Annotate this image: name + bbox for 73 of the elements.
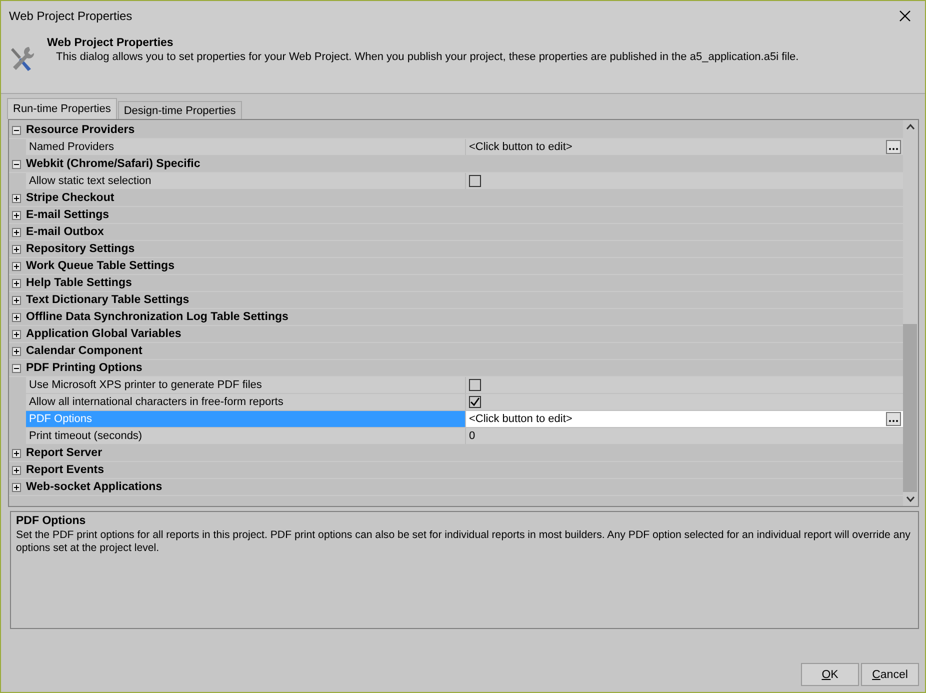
expand-toggle[interactable] — [12, 278, 21, 288]
plus-icon — [13, 330, 20, 338]
cancel-button[interactable]: Cancel — [861, 663, 919, 686]
category-name: E-mail Outbox — [26, 226, 104, 238]
ellipsis-icon — [889, 419, 898, 423]
collapse-toggle[interactable] — [12, 126, 21, 134]
plus-icon — [13, 314, 20, 320]
plus-icon — [13, 484, 20, 490]
plus-icon — [13, 228, 20, 236]
expand-toggle[interactable] — [12, 346, 21, 356]
scrollbar[interactable] — [903, 120, 918, 506]
property-value: 0 — [469, 430, 476, 442]
category-name: Calendar Component — [26, 345, 142, 357]
category-name: Web-socket Applications — [26, 481, 162, 493]
property-row[interactable]: PDF Options <Click button to edit> — [26, 411, 903, 428]
expand-toggle[interactable] — [12, 312, 21, 322]
plus-icon — [13, 450, 20, 456]
collapse-toggle[interactable] — [12, 160, 21, 168]
plus-icon — [13, 296, 20, 304]
tab[interactable]: Run-time Properties — [7, 98, 117, 119]
checkbox[interactable] — [469, 396, 481, 408]
plus-icon — [13, 280, 20, 286]
collapse-toggle[interactable] — [12, 364, 21, 372]
expand-toggle[interactable] — [12, 296, 21, 304]
close-icon — [899, 10, 911, 22]
ok-button[interactable]: OK — [801, 663, 859, 686]
category-name: Repository Settings — [26, 243, 135, 255]
category-name: Report Server — [26, 447, 102, 459]
property-row[interactable]: Use Microsoft XPS printer to generate PDF files — [26, 377, 903, 394]
category-name: Application Global Variables — [26, 328, 182, 340]
expand-toggle[interactable] — [12, 466, 21, 474]
checkbox[interactable] — [469, 379, 481, 391]
category-name: PDF Printing Options — [26, 362, 142, 374]
plus-icon — [13, 466, 20, 474]
expand-toggle[interactable] — [12, 228, 21, 236]
category-name: Text Dictionary Table Settings — [26, 294, 190, 306]
property-row[interactable]: Allow static text selection — [26, 173, 903, 190]
description-title: PDF Options — [16, 515, 87, 527]
expand-toggle[interactable] — [12, 448, 21, 458]
property-value: <Click button to edit> — [469, 413, 574, 425]
plus-icon — [13, 246, 20, 252]
tab[interactable]: Design-time Properties — [118, 101, 242, 119]
property-row[interactable]: Named Providers <Click button to edit> — [26, 139, 903, 156]
window-title: Web Project Properties — [9, 9, 132, 23]
tools-icon — [9, 45, 35, 73]
header-description: This dialog allows you to set properties for your Web Project. When you publish your project, these properties are published in the a5_application.a5i file. — [55, 51, 799, 63]
expand-toggle[interactable] — [12, 330, 21, 338]
property-value: <Click button to edit> — [469, 141, 574, 153]
category-name: Resource Providers — [26, 124, 135, 136]
plus-icon — [13, 212, 20, 218]
expand-toggle[interactable] — [12, 194, 21, 202]
plus-icon — [13, 194, 20, 202]
expand-toggle[interactable] — [12, 482, 21, 492]
description-text: Set the PDF print options for all reports in this project. PDF print options can also be set for individual reports in most builders. Any PDF option selected for an individual report will override any options set at the project level. — [16, 529, 912, 555]
expand-toggle[interactable] — [12, 210, 21, 220]
property-row[interactable]: Print timeout (seconds) 0 — [26, 428, 903, 445]
category-name: Stripe Checkout — [26, 192, 114, 204]
category-name: Report Events — [26, 464, 104, 476]
category-name: Work Queue Table Settings — [26, 260, 174, 272]
plus-icon — [13, 262, 20, 270]
category-name: Offline Data Synchronization Log Table Settings — [26, 311, 288, 323]
checkbox[interactable] — [469, 175, 481, 187]
plus-icon — [13, 348, 20, 354]
expand-toggle[interactable] — [12, 244, 21, 254]
category-name: E-mail Settings — [26, 209, 110, 221]
edit-button[interactable] — [886, 140, 901, 154]
edit-button[interactable] — [886, 412, 901, 426]
category-name: Help Table Settings — [26, 277, 132, 289]
header-title: Web Project Properties — [47, 37, 174, 49]
property-row[interactable]: Allow all international characters in free-form reports — [26, 394, 903, 411]
expand-toggle[interactable] — [12, 262, 21, 270]
category-name: Webkit (Chrome/Safari) Specific — [26, 158, 200, 170]
ellipsis-icon — [889, 147, 898, 151]
